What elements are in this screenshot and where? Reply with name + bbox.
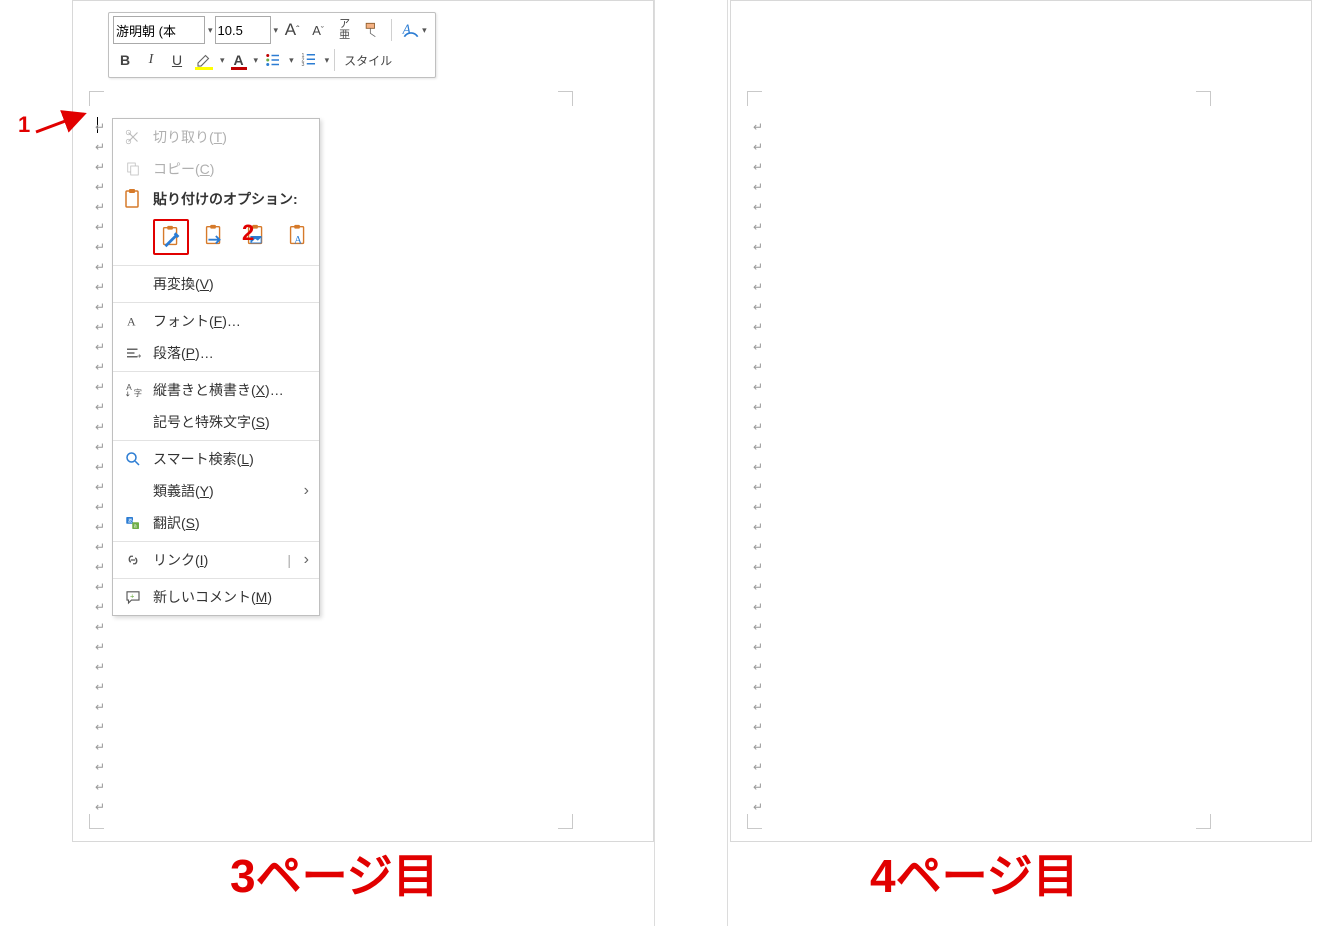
menu-label: 新しいコメント(M): [153, 587, 272, 607]
menu-separator: [113, 302, 319, 303]
menu-separator: [113, 371, 319, 372]
search-icon: [121, 450, 145, 468]
menu-cut[interactable]: 切り取り(T): [113, 121, 319, 153]
menu-smart-lookup[interactable]: スマート検索(L): [113, 443, 319, 475]
menu-separator: [113, 265, 319, 266]
paste-keep-source-formatting[interactable]: [153, 219, 189, 255]
menu-text-direction[interactable]: A字 縦書きと横書き(X)…: [113, 374, 319, 406]
crop-mark: [1196, 91, 1211, 106]
menu-separator: [113, 541, 319, 542]
menu-label: リンク(I): [153, 550, 208, 570]
menu-label: 切り取り(T): [153, 127, 227, 147]
underline-button[interactable]: U: [165, 47, 189, 73]
dropdown-icon[interactable]: ▾: [220, 55, 225, 66]
annotation-arrow: [34, 108, 90, 138]
menu-symbols[interactable]: 記号と特殊文字(S): [113, 406, 319, 438]
annotation-number-1: 1: [18, 112, 30, 138]
menu-link[interactable]: リンク(I) |: [113, 544, 319, 576]
dropdown-icon[interactable]: ▾: [208, 25, 213, 36]
menu-label: 類義語(Y): [153, 481, 214, 501]
font-size-select[interactable]: [215, 16, 271, 44]
svg-text:A: A: [294, 234, 302, 246]
clipboard-icon: [121, 187, 145, 211]
menu-new-comment[interactable]: + 新しいコメント(M): [113, 581, 319, 613]
copy-icon: [121, 160, 145, 178]
paste-options-row: A: [113, 213, 319, 263]
menu-paste-options-title: 貼り付けのオプション:: [113, 185, 319, 213]
crop-mark: [558, 814, 573, 829]
svg-text:3: 3: [301, 62, 304, 68]
scissors-icon: [121, 128, 145, 146]
highlight-button[interactable]: [191, 47, 217, 73]
dropdown-icon[interactable]: ▾: [274, 25, 279, 36]
dropdown-icon[interactable]: ▾: [254, 55, 259, 66]
menu-label: 記号と特殊文字(S): [153, 412, 270, 432]
font-icon: A: [121, 312, 145, 330]
menu-label: スマート検索(L): [153, 449, 254, 469]
styles-dropdown-button[interactable]: A ▾: [397, 17, 431, 43]
menu-synonyms[interactable]: 類義語(Y): [113, 475, 319, 507]
font-color-button[interactable]: A: [227, 47, 251, 73]
menu-label: 段落(P)…: [153, 343, 214, 363]
svg-text:あ: あ: [128, 517, 133, 524]
phonetic-guide-button[interactable]: ア 亜: [332, 17, 356, 43]
menu-label: 再変換(V): [153, 274, 214, 294]
dropdown-icon: ▾: [422, 25, 427, 36]
bullets-button[interactable]: [260, 47, 286, 73]
menu-reconvert[interactable]: 再変換(V): [113, 268, 319, 300]
menu-paragraph[interactable]: 段落(P)…: [113, 337, 319, 369]
menu-label: 縦書きと横書き(X)…: [153, 380, 284, 400]
annotation-page-right: 4ページ目: [870, 840, 1079, 906]
svg-text:a: a: [134, 524, 137, 530]
annotation-page-left: 3ページ目: [230, 840, 439, 906]
shrink-font-button[interactable]: Aˇ: [306, 17, 330, 43]
paragraph-icon: [121, 344, 145, 362]
menu-label: フォント(F)…: [153, 311, 241, 331]
annotation-number-2: 2: [242, 220, 254, 246]
separator: [391, 19, 392, 41]
menu-copy[interactable]: コピー(C): [113, 153, 319, 185]
separator: [334, 49, 335, 71]
crop-mark: [558, 91, 573, 106]
menu-label: 翻訳(S): [153, 513, 200, 533]
font-family-select[interactable]: [113, 16, 205, 44]
svg-text:字: 字: [134, 388, 142, 398]
menu-separator: [113, 578, 319, 579]
paragraph-marks: ↵↵↵↵↵↵↵↵↵↵ ↵↵↵↵↵↵↵↵↵↵ ↵↵↵↵↵↵↵↵↵↵ ↵↵↵↵↵: [95, 117, 105, 817]
crop-mark: [1196, 814, 1211, 829]
page-gap: [654, 0, 728, 926]
styles-button[interactable]: スタイル: [340, 47, 396, 73]
paste-text-only[interactable]: A: [281, 219, 315, 253]
menu-label: 貼り付けのオプション:: [153, 189, 298, 209]
crop-mark: [747, 91, 762, 106]
bold-button[interactable]: B: [113, 47, 137, 73]
numbering-button[interactable]: 1 2 3: [296, 47, 322, 73]
svg-text:A: A: [126, 383, 132, 392]
menu-translate[interactable]: あa 翻訳(S): [113, 507, 319, 539]
menu-label: コピー(C): [153, 159, 214, 179]
svg-text:A: A: [127, 315, 136, 329]
translate-icon: あa: [121, 514, 145, 532]
menu-separator: [113, 440, 319, 441]
menu-font[interactable]: A フォント(F)…: [113, 305, 319, 337]
link-icon: [121, 551, 145, 569]
text-direction-icon: A字: [121, 381, 145, 399]
paste-merge-formatting[interactable]: [197, 219, 231, 253]
dropdown-icon[interactable]: ▾: [325, 55, 330, 66]
context-menu: 切り取り(T) コピー(C) 貼り付けのオプション: A 2 再変換(V): [112, 118, 320, 616]
paragraph-marks: ↵↵↵↵↵↵↵↵↵↵ ↵↵↵↵↵↵↵↵↵↵ ↵↵↵↵↵↵↵↵↵↵ ↵↵↵↵↵: [753, 117, 763, 817]
format-painter-button[interactable]: [358, 17, 386, 43]
crop-mark: [89, 91, 104, 106]
page-4[interactable]: ↵↵↵↵↵↵↵↵↵↵ ↵↵↵↵↵↵↵↵↵↵ ↵↵↵↵↵↵↵↵↵↵ ↵↵↵↵↵: [730, 0, 1312, 842]
mini-toolbar: ▾ ▾ Aˆ Aˇ ア 亜 A ▾ B I U ▾ A ▾: [108, 12, 436, 78]
svg-text:+: +: [130, 592, 135, 601]
comment-icon: +: [121, 588, 145, 606]
ruby-bottom: 亜: [339, 30, 349, 41]
grow-font-button[interactable]: Aˆ: [280, 17, 304, 43]
italic-button[interactable]: I: [139, 47, 163, 73]
dropdown-icon[interactable]: ▾: [289, 55, 294, 66]
